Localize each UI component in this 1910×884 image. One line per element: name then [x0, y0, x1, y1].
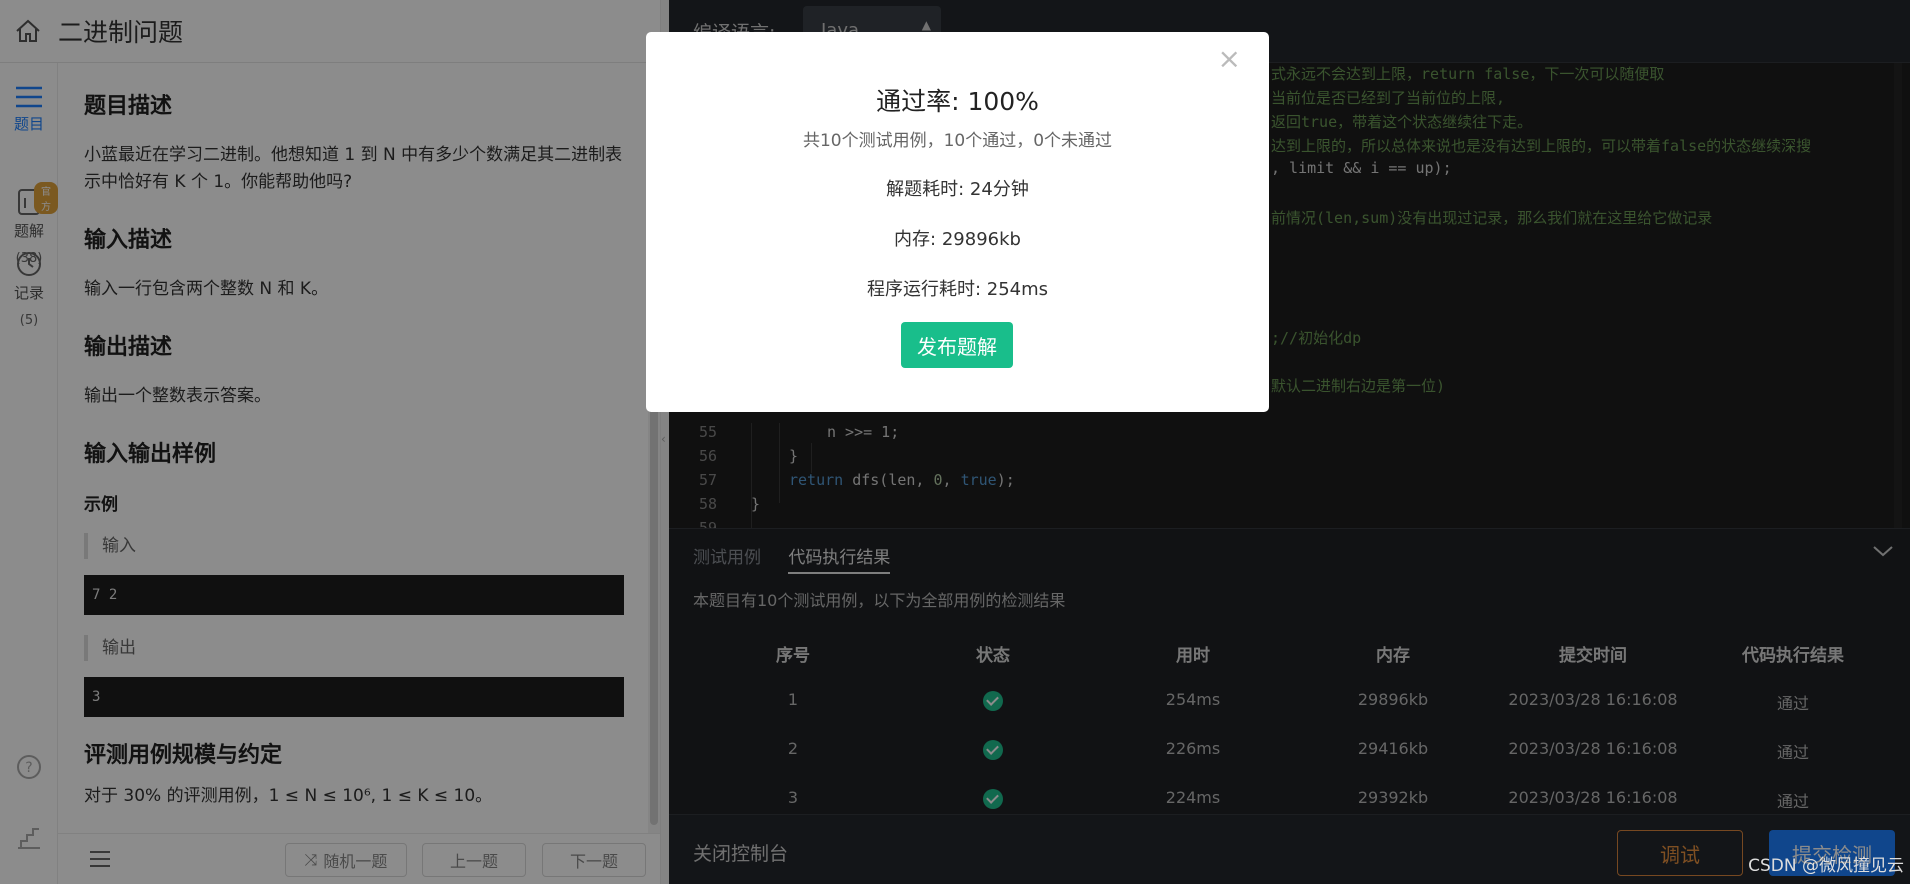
run-time: 程序运行耗时: 254ms	[866, 279, 1049, 300]
test-summary: 共10个测试用例，10个通过，0个未通过	[802, 131, 1113, 151]
pass-rate: 通过率: 100%	[876, 87, 1039, 116]
solve-time: 解题耗时: 24分钟	[886, 179, 1029, 200]
result-modal: × 通过率: 100% 共10个测试用例，10个通过，0个未通过 解题耗时: 2…	[646, 32, 1269, 412]
memory-usage: 内存: 29896kb	[894, 229, 1021, 250]
publish-solution-button[interactable]: 发布题解	[901, 322, 1013, 368]
watermark: CSDN @微风撞见云	[1748, 856, 1904, 876]
close-icon[interactable]: ×	[1218, 42, 1241, 75]
